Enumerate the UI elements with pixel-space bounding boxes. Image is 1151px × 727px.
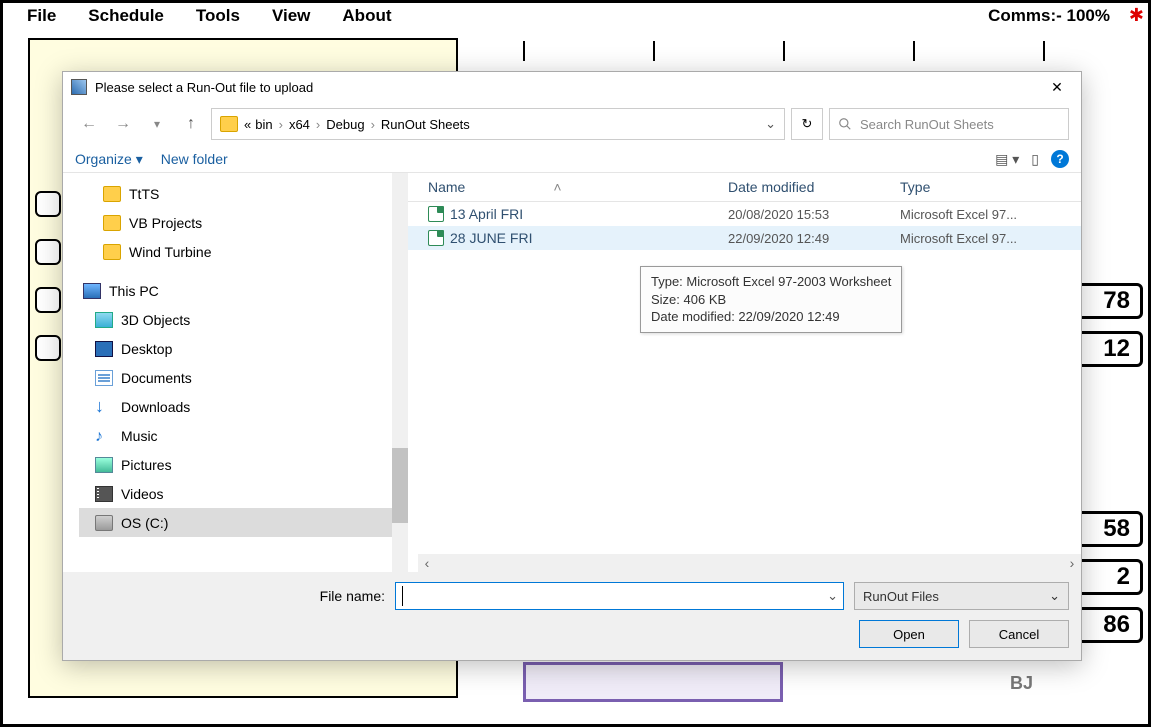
folder-icon	[103, 244, 121, 260]
tree-3d-objects[interactable]: 3D Objects	[79, 305, 408, 334]
bg-bj-label: BJ	[1010, 673, 1033, 694]
chevron-down-icon[interactable]: ⌄	[827, 588, 838, 604]
app-menubar: File Schedule Tools View About Comms:- 1…	[3, 3, 1148, 29]
help-button[interactable]: ?	[1051, 150, 1069, 168]
tree-os-c-[interactable]: OS (C:)	[79, 508, 408, 537]
view-mode-button[interactable]: ▤ ▾	[995, 151, 1019, 168]
filetype-select[interactable]: RunOut Files⌄	[854, 582, 1069, 610]
file-tooltip: Type: Microsoft Excel 97-2003 Worksheet …	[640, 266, 902, 333]
tree-music[interactable]: Music	[79, 421, 408, 450]
search-placeholder: Search RunOut Sheets	[860, 117, 994, 132]
blue3d-icon	[95, 312, 113, 328]
menu-schedule[interactable]: Schedule	[72, 6, 180, 26]
up-button[interactable]: ↑	[177, 110, 205, 138]
tree-documents[interactable]: Documents	[79, 363, 408, 392]
breadcrumb[interactable]: « bin› x64› Debug› RunOut Sheets ⌄	[211, 108, 785, 140]
excel-icon	[428, 206, 444, 222]
bg-track	[523, 41, 1123, 61]
bg-left-tabs	[35, 191, 61, 361]
breadcrumb-part[interactable]: Debug	[326, 117, 364, 132]
app-icon	[71, 79, 87, 95]
file-open-dialog: Please select a Run-Out file to upload ✕…	[62, 71, 1082, 661]
tree-downloads[interactable]: Downloads	[79, 392, 408, 421]
nav-tree[interactable]: TtTS VB Projects Wind Turbine This PC 3D…	[63, 173, 408, 572]
menu-about[interactable]: About	[326, 6, 407, 26]
preview-pane-button[interactable]: ▯	[1031, 151, 1039, 168]
doc-icon	[95, 370, 113, 386]
hscrollbar[interactable]: ‹ ›	[418, 554, 1081, 572]
pic-icon	[95, 457, 113, 473]
bg-purple-box	[523, 662, 783, 702]
chevron-down-icon[interactable]: ⌄	[765, 116, 776, 132]
menu-tools[interactable]: Tools	[180, 6, 256, 26]
drive-icon	[95, 515, 113, 531]
breadcrumb-part[interactable]: bin	[255, 117, 272, 132]
breadcrumb-part[interactable]: RunOut Sheets	[381, 117, 470, 132]
pc-icon	[83, 283, 101, 299]
folder-icon	[103, 186, 121, 202]
folder-icon	[103, 215, 121, 231]
column-headers: Name˄ Date modified Type	[408, 173, 1081, 202]
dialog-titlebar: Please select a Run-Out file to upload ✕	[63, 72, 1081, 102]
tree-videos[interactable]: Videos	[79, 479, 408, 508]
search-icon	[838, 117, 852, 131]
close-button[interactable]: ✕	[1037, 74, 1077, 100]
bluetooth-icon: ✱	[1129, 5, 1144, 26]
tree-folder[interactable]: Wind Turbine	[79, 237, 408, 266]
comms-status: Comms:- 100%	[988, 6, 1140, 26]
cancel-button[interactable]: Cancel	[969, 620, 1069, 648]
open-button[interactable]: Open	[859, 620, 959, 648]
dialog-toolbar: Organize ▾ New folder ▤ ▾ ▯ ?	[63, 146, 1081, 172]
tree-folder[interactable]: VB Projects	[79, 208, 408, 237]
tree-desktop[interactable]: Desktop	[79, 334, 408, 363]
filename-label: File name:	[75, 588, 385, 604]
tree-scroll-thumb[interactable]	[392, 448, 408, 523]
music-icon	[95, 428, 113, 444]
recent-dropdown[interactable]: ▾	[143, 110, 171, 138]
file-row[interactable]: 28 JUNE FRI22/09/2020 12:49Microsoft Exc…	[408, 226, 1081, 250]
new-folder-button[interactable]: New folder	[161, 151, 228, 167]
scroll-left-icon[interactable]: ‹	[418, 555, 436, 571]
refresh-button[interactable]: ↻	[791, 108, 823, 140]
col-type[interactable]: Type	[900, 179, 1081, 195]
col-name[interactable]: Name˄	[408, 179, 728, 195]
breadcrumb-part[interactable]: x64	[289, 117, 310, 132]
forward-button[interactable]: →	[109, 110, 137, 138]
tree-pictures[interactable]: Pictures	[79, 450, 408, 479]
organize-button[interactable]: Organize ▾	[75, 151, 143, 168]
menu-file[interactable]: File	[11, 6, 72, 26]
dialog-title: Please select a Run-Out file to upload	[95, 80, 313, 95]
nav-row: ← → ▾ ↑ « bin› x64› Debug› RunOut Sheets…	[63, 102, 1081, 146]
video-icon	[95, 486, 113, 502]
filename-input[interactable]: ⌄	[395, 582, 844, 610]
scroll-right-icon[interactable]: ›	[1063, 555, 1081, 571]
search-input[interactable]: Search RunOut Sheets	[829, 108, 1069, 140]
file-list: Name˄ Date modified Type 13 April FRI20/…	[408, 173, 1081, 572]
desktop-icon	[95, 341, 113, 357]
file-row[interactable]: 13 April FRI20/08/2020 15:53Microsoft Ex…	[408, 202, 1081, 226]
down-icon	[95, 399, 113, 415]
tree-this-pc[interactable]: This PC	[79, 276, 408, 305]
folder-icon	[220, 116, 238, 132]
excel-icon	[428, 230, 444, 246]
tree-folder[interactable]: TtTS	[79, 179, 408, 208]
menu-view[interactable]: View	[256, 6, 326, 26]
breadcrumb-prefix: «	[244, 117, 251, 132]
dialog-bottom: File name: ⌄ RunOut Files⌄ Open Cancel	[63, 572, 1081, 660]
back-button[interactable]: ←	[75, 110, 103, 138]
col-date[interactable]: Date modified	[728, 179, 900, 195]
